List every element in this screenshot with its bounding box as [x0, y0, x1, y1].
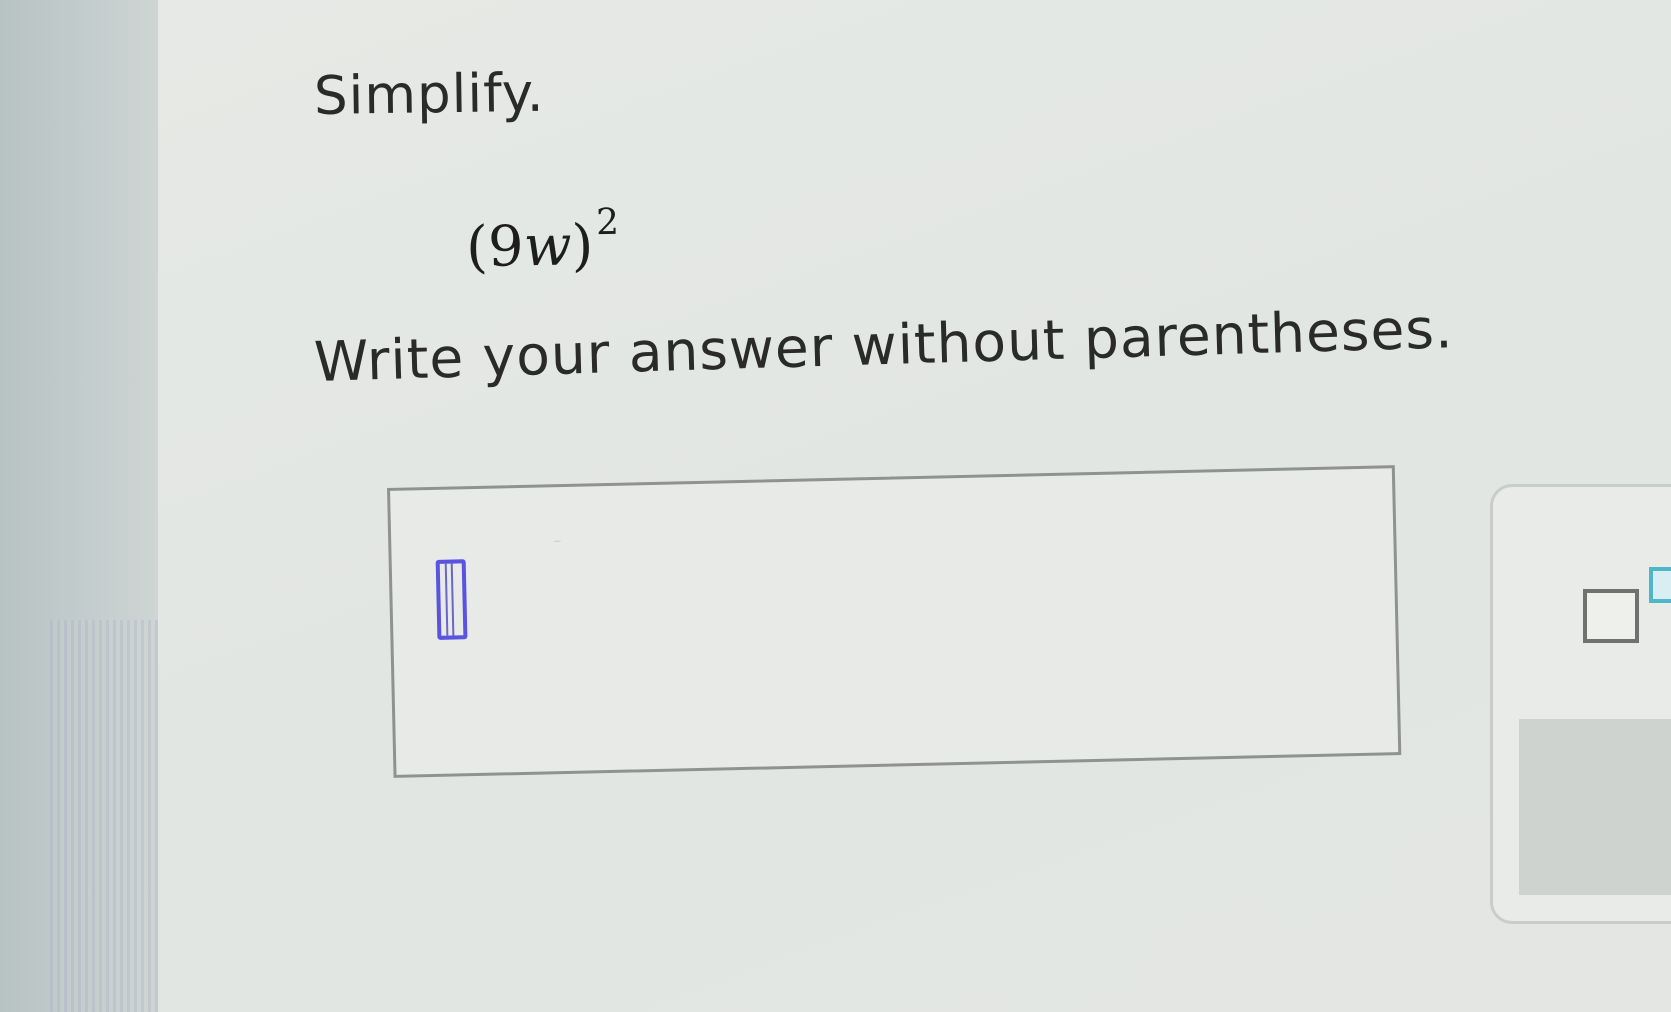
math-toolbar [1490, 484, 1671, 924]
text-cursor-icon [435, 559, 468, 640]
expression-variable: w [523, 213, 572, 280]
prompt-title: Simplify. [313, 62, 545, 127]
math-expression: (9w)2 [465, 201, 620, 280]
screen-bezel [0, 0, 165, 1012]
exponent-template-button[interactable] [1583, 567, 1671, 657]
exponent-power-box-icon [1649, 567, 1671, 603]
expression-exponent: 2 [595, 201, 620, 244]
screen-smudge: ⁻ [553, 534, 562, 554]
exponent-base-box-icon [1583, 589, 1639, 643]
toolbar-action-area[interactable] [1519, 719, 1671, 895]
open-paren: ( [465, 214, 489, 280]
answer-input[interactable]: ⁻ [387, 465, 1402, 778]
expression-coefficient: 9 [487, 214, 525, 280]
close-paren: ) [571, 213, 594, 279]
bezel-glare [50, 620, 160, 1012]
